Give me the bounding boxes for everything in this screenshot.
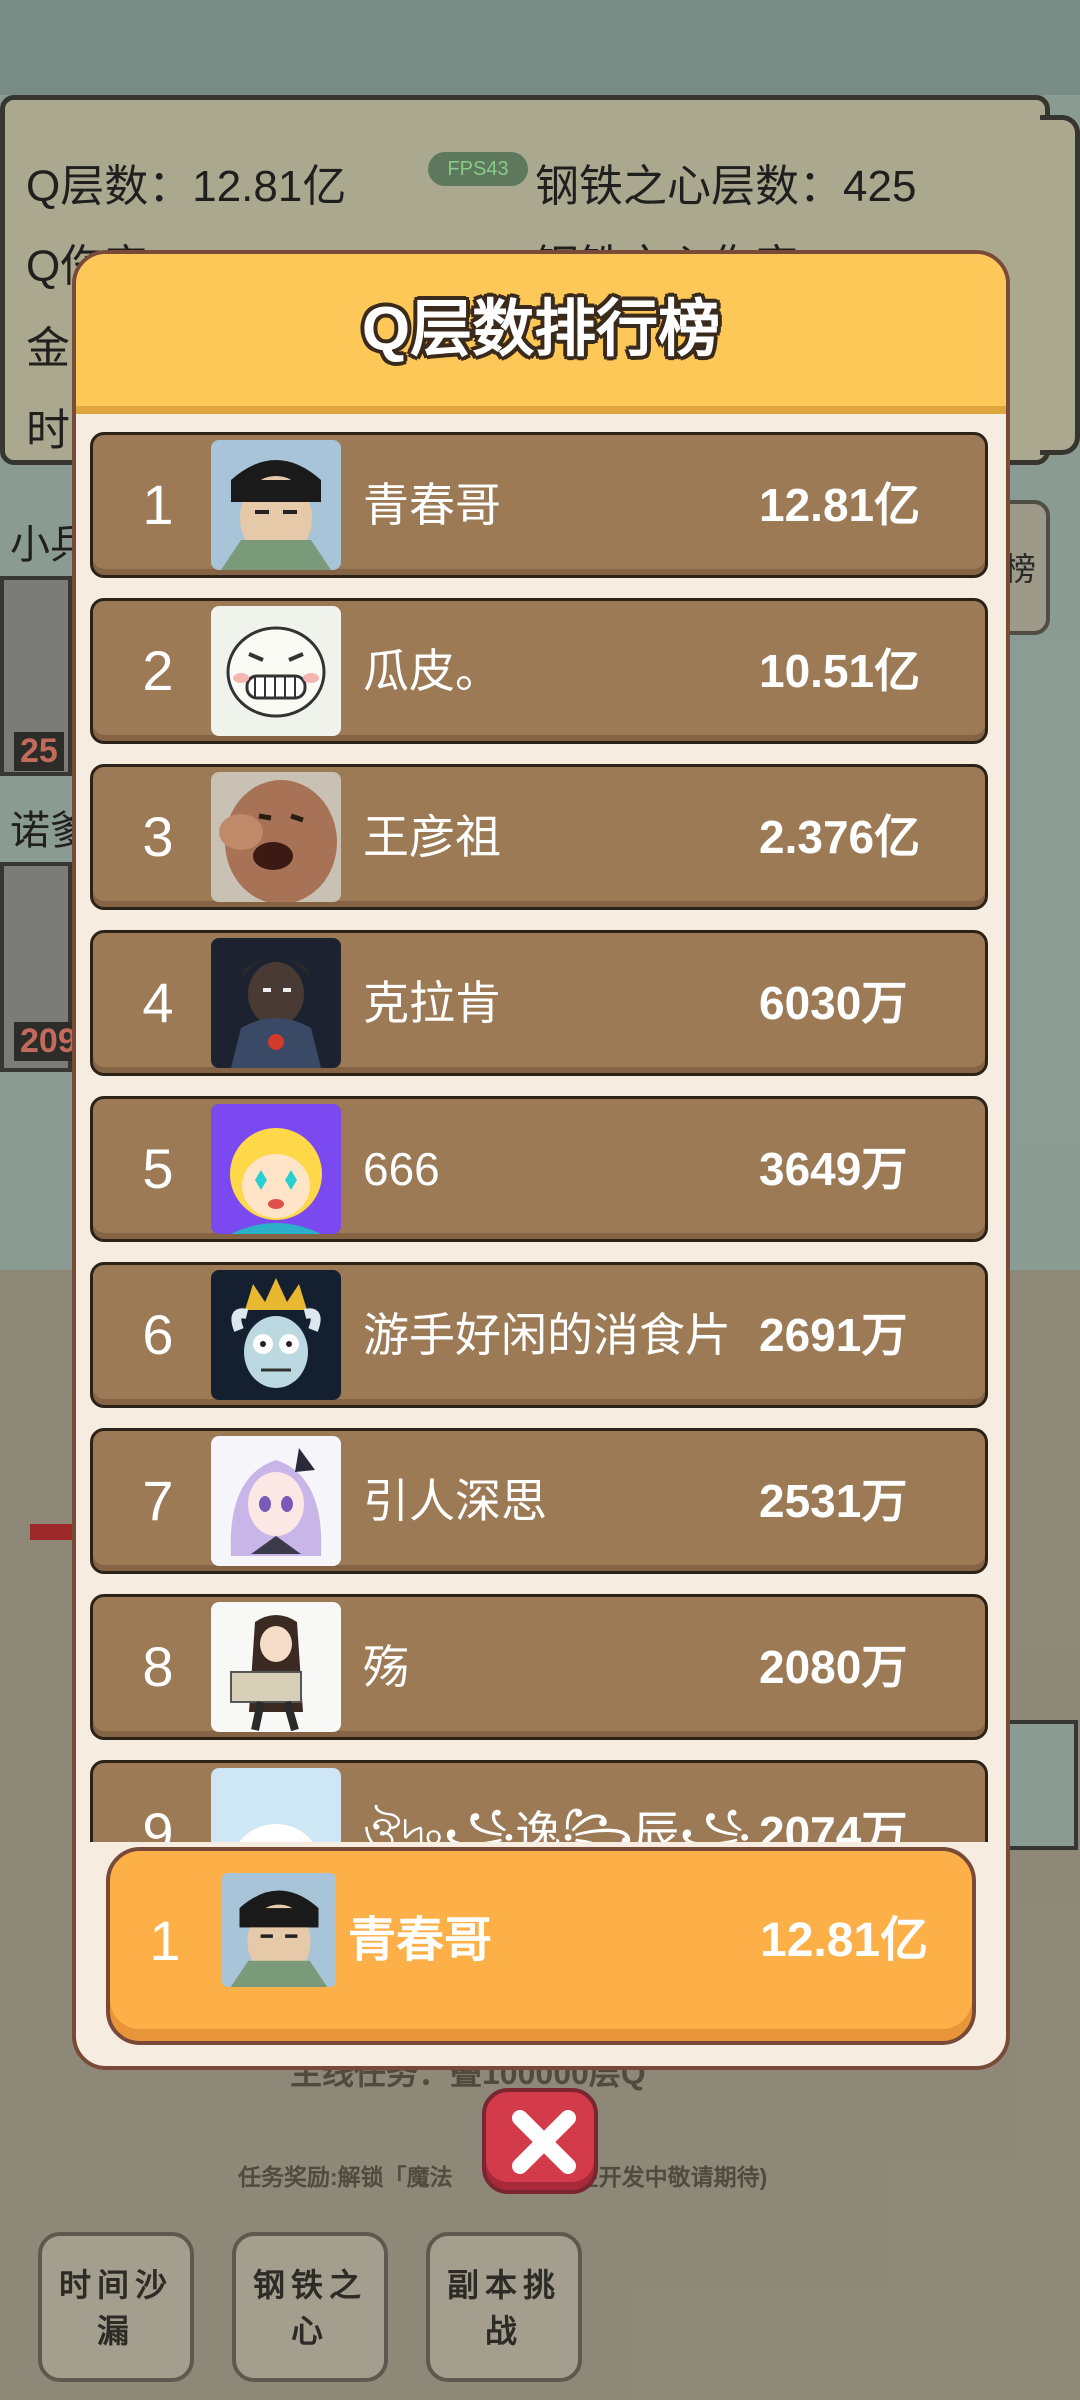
avatar bbox=[211, 1270, 341, 1400]
player-name: ঔ৸৹꧁逸꧂辰꧁ bbox=[363, 1807, 751, 1842]
my-rank-number: 1 bbox=[149, 1909, 181, 1972]
rank-number: 9 bbox=[142, 1801, 174, 1842]
player-score: 2.376亿 bbox=[759, 811, 921, 863]
player-name: 青春哥 bbox=[363, 479, 501, 531]
leaderboard-row[interactable]: 4 克拉肯 6030万 bbox=[90, 930, 988, 1076]
player-score: 3649万 bbox=[759, 1143, 908, 1195]
player-score: 12.81亿 bbox=[759, 479, 921, 531]
leaderboard-row[interactable]: 3 王彦祖 2.376亿 bbox=[90, 764, 988, 910]
my-avatar bbox=[222, 1873, 336, 1987]
avatar bbox=[211, 606, 341, 736]
player-name: 殇 bbox=[363, 1641, 409, 1693]
player-name: 666 bbox=[363, 1143, 440, 1195]
rank-number: 1 bbox=[142, 473, 174, 536]
leaderboard-row[interactable]: 2 瓜皮。 10.51亿 bbox=[90, 598, 988, 744]
player-name: 克拉肯 bbox=[363, 977, 501, 1029]
avatar bbox=[211, 938, 341, 1068]
leaderboard-list[interactable]: 1 青春哥 12.81亿 2 瓜皮。 10.51亿 3 王彦祖 2.376亿 4 克拉肯 603… bbox=[90, 432, 990, 1842]
player-score: 6030万 bbox=[759, 977, 908, 1029]
rank-number: 2 bbox=[142, 639, 174, 702]
player-name: 游手好闲的消食片 bbox=[363, 1309, 731, 1361]
player-score: 2691万 bbox=[759, 1309, 908, 1361]
avatar bbox=[211, 1436, 341, 1566]
leaderboard-modal: Q层数排行榜 1 青春哥 12.81亿 2 瓜皮。 10.51亿 3 王彦祖 2.376亿… bbox=[72, 250, 1010, 2070]
leaderboard-row[interactable]: 6 游手好闲的消食片 2691万 bbox=[90, 1262, 988, 1408]
leaderboard-row[interactable]: 7 引人深思 2531万 bbox=[90, 1428, 988, 1574]
rank-number: 4 bbox=[142, 971, 174, 1034]
leaderboard-row[interactable]: 9 ঔ৸৹꧁逸꧂辰꧁ 2074万 bbox=[90, 1760, 988, 1842]
rank-number: 7 bbox=[142, 1469, 174, 1532]
avatar bbox=[211, 1602, 341, 1732]
leaderboard-title: Q层数排行榜 bbox=[361, 295, 721, 364]
avatar bbox=[211, 1768, 341, 1842]
rank-number: 8 bbox=[142, 1635, 174, 1698]
rank-number: 5 bbox=[142, 1137, 174, 1200]
leaderboard-row[interactable]: 5 666 3649万 bbox=[90, 1096, 988, 1242]
my-player-name: 青春哥 bbox=[348, 1914, 493, 1967]
leaderboard-row[interactable]: 1 青春哥 12.81亿 bbox=[90, 432, 988, 578]
close-button[interactable] bbox=[482, 2088, 598, 2194]
leaderboard-row[interactable]: 8 殇 2080万 bbox=[90, 1594, 988, 1740]
player-score: 2080万 bbox=[759, 1641, 908, 1693]
avatar bbox=[211, 1104, 341, 1234]
avatar bbox=[211, 772, 341, 902]
rank-number: 6 bbox=[142, 1303, 174, 1366]
player-name: 瓜皮。 bbox=[363, 645, 501, 697]
close-icon bbox=[512, 2110, 576, 2174]
avatar bbox=[211, 440, 341, 570]
player-score: 10.51亿 bbox=[759, 645, 921, 697]
player-score: 2531万 bbox=[759, 1475, 908, 1527]
player-name: 引人深思 bbox=[363, 1475, 547, 1527]
my-rank-row[interactable]: 1 青春哥 12.81亿 bbox=[106, 1847, 976, 2045]
player-score: 2074万 bbox=[759, 1807, 908, 1842]
rank-number: 3 bbox=[142, 805, 174, 868]
my-player-score: 12.81亿 bbox=[760, 1914, 929, 1967]
player-name: 王彦祖 bbox=[363, 811, 501, 863]
